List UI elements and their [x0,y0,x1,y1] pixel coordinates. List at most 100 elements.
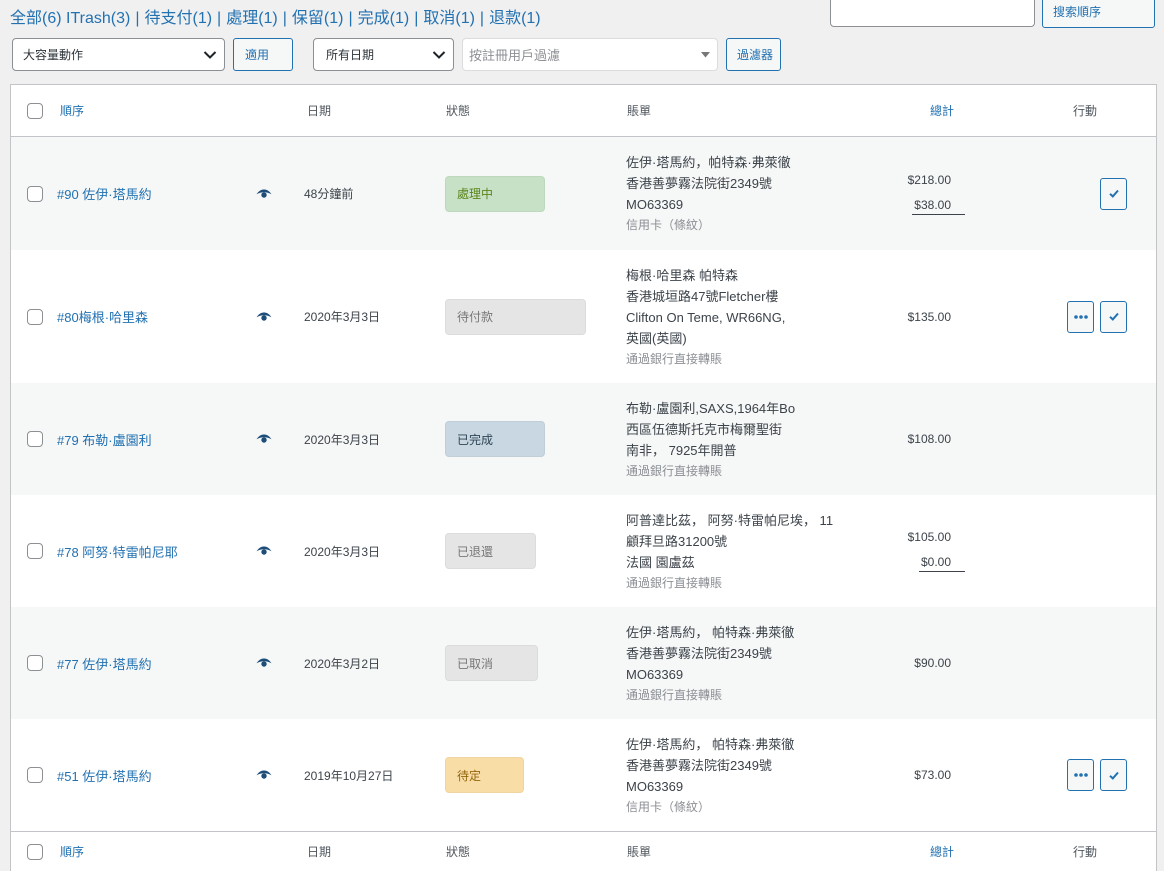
apply-button[interactable]: 適用 [233,38,293,71]
row-checkbox[interactable] [27,543,43,559]
order-actions [1031,250,1127,383]
eye-icon[interactable] [256,434,272,444]
eye-icon[interactable] [256,189,272,199]
order-actions [1031,137,1127,250]
more-actions-button[interactable] [1067,759,1094,791]
preview-cell [256,250,272,383]
billing-line: 英國(英國) [626,330,687,346]
billing-line: 法國 園盧茲 [626,554,695,570]
column-header-total[interactable]: 總計 [930,85,954,136]
order-link[interactable]: #90 佐伊·塔馬約 [57,184,152,203]
billing-line: 顧拜旦路31200號 [626,533,728,549]
status-cell: 待付款 [445,250,586,383]
order-link[interactable]: #78 阿努·特雷帕尼耶 [57,542,178,561]
order-cell: #90 佐伊·塔馬約 [57,137,152,250]
filter-button[interactable]: 過濾器 [726,38,781,71]
status-filter-link[interactable]: 全部(6) [10,10,62,27]
secondary-total[interactable]: $38.00 [912,198,965,215]
payment-method: 通過銀行直接轉賬 [626,463,723,478]
date-filter-select[interactable]: 所有日期 [313,38,454,71]
billing-line: 西區伍德斯托克市梅爾聖街 [626,421,783,437]
billing-line: MO63369 [626,666,684,682]
filter-separator: | [479,10,485,27]
order-date: 2020年3月3日 [304,310,381,324]
checkmark-icon [1108,771,1119,780]
order-link[interactable]: #80梅根·哈里森 [57,307,148,326]
order-link[interactable]: #51 佐伊·塔馬約 [57,766,152,785]
orders-table: 順序 日期 狀態 賬單 總計 行動 #90 佐伊·塔馬約 48分鐘前 處理中 佐伊·塔… [10,84,1157,871]
complete-order-button[interactable] [1100,759,1127,791]
row-checkbox[interactable] [27,185,43,202]
row-checkbox[interactable] [27,431,43,447]
table-row: #90 佐伊·塔馬約 48分鐘前 處理中 佐伊·塔馬約，帕特森·弗萊徹 香港善夢霧法院街… [11,137,1156,250]
order-total: $108.00 [811,383,951,495]
eye-icon[interactable] [256,770,272,780]
select-all-cell [27,832,43,871]
billing-line: 香港善夢霧法院街2349號 [626,645,772,661]
total-amount: $105.00 [907,530,951,544]
row-select-cell [27,719,43,831]
row-checkbox[interactable] [27,655,43,671]
total-amount: $135.00 [907,309,951,324]
table-header: 順序 日期 狀態 賬單 總計 行動 [11,85,1156,137]
row-checkbox[interactable] [27,767,43,783]
complete-order-button[interactable] [1100,177,1127,210]
eye-icon[interactable] [256,312,272,322]
table-body: #90 佐伊·塔馬約 48分鐘前 處理中 佐伊·塔馬約，帕特森·弗萊徹 香港善夢霧法院街… [11,137,1156,831]
total-amount: $108.00 [907,432,951,446]
search-orders-button[interactable]: 搜索順序 [1042,0,1155,28]
select-all-checkbox[interactable] [27,102,43,119]
eye-icon[interactable] [256,546,272,556]
status-filter-link[interactable]: 完成(1) [358,10,410,27]
status-filter-link[interactable]: 待支付(1) [144,10,212,27]
column-footer-order[interactable]: 順序 [60,832,84,871]
billing-line: 阿普達比茲， 阿努·特雷帕尼埃， 11 [626,512,834,528]
checkmark-icon [1108,189,1119,198]
preview-cell [256,383,272,495]
billing-line: 香港城垣路47號Fletcher樓 [626,288,779,304]
customer-filter-select[interactable]: 按註冊用戶過濾 [462,38,718,71]
filter-separator: | [135,10,140,27]
status-filter-link[interactable]: 退款(1) [489,10,541,27]
status-filter-link[interactable]: ITrash(3) [66,10,130,27]
order-actions [1031,719,1127,831]
payment-method: 通過銀行直接轉賬 [626,687,723,702]
order-date: 2020年3月3日 [304,544,381,559]
order-date: 2019年10月27日 [304,768,394,783]
column-header-order[interactable]: 順序 [60,85,84,136]
order-link[interactable]: #77 佐伊·塔馬約 [57,654,152,673]
customer-filter-placeholder: 按註冊用戶過濾 [469,48,561,63]
status-filter-link[interactable]: 保留(1) [292,10,344,27]
order-date: 48分鐘前 [304,187,354,201]
secondary-total[interactable]: $0.00 [918,555,965,572]
column-footer-billing: 賬單 [627,845,652,859]
search-input[interactable] [830,0,1035,27]
select-all-cell [27,85,43,136]
complete-order-button[interactable] [1100,300,1127,333]
more-actions-button[interactable] [1067,300,1094,333]
billing-line: 梅根·哈里森 帕特森 [626,267,738,283]
bulk-actions-select[interactable]: 大容量動作 [12,38,225,71]
column-footer-date[interactable]: 日期 [307,832,331,871]
status-filter-link[interactable]: 取消(1) [423,10,475,27]
filter-separator: | [348,10,353,27]
order-cell: #51 佐伊·塔馬約 [57,719,152,831]
status-badge: 已取消 [445,645,538,681]
order-cell: #80梅根·哈里森 [57,250,148,383]
status-badge: 待定 [445,757,524,793]
preview-cell [256,607,272,719]
order-total: $73.00 [811,719,951,831]
order-cell: #78 阿努·特雷帕尼耶 [57,495,178,607]
order-total: $135.00 [811,250,951,383]
column-header-date[interactable]: 日期 [307,85,331,136]
preview-cell [256,719,272,831]
payment-method: 通過銀行直接轉賬 [626,351,723,366]
order-total: $90.00 [811,607,951,719]
select-all-checkbox[interactable] [27,843,43,860]
column-footer-total[interactable]: 總計 [930,832,954,871]
status-filter-link[interactable]: 處理(1) [226,10,278,27]
column-header-status: 狀態 [446,104,471,118]
order-link[interactable]: #79 布勒·盧園利 [57,430,152,449]
eye-icon[interactable] [256,658,272,668]
row-checkbox[interactable] [27,308,43,325]
